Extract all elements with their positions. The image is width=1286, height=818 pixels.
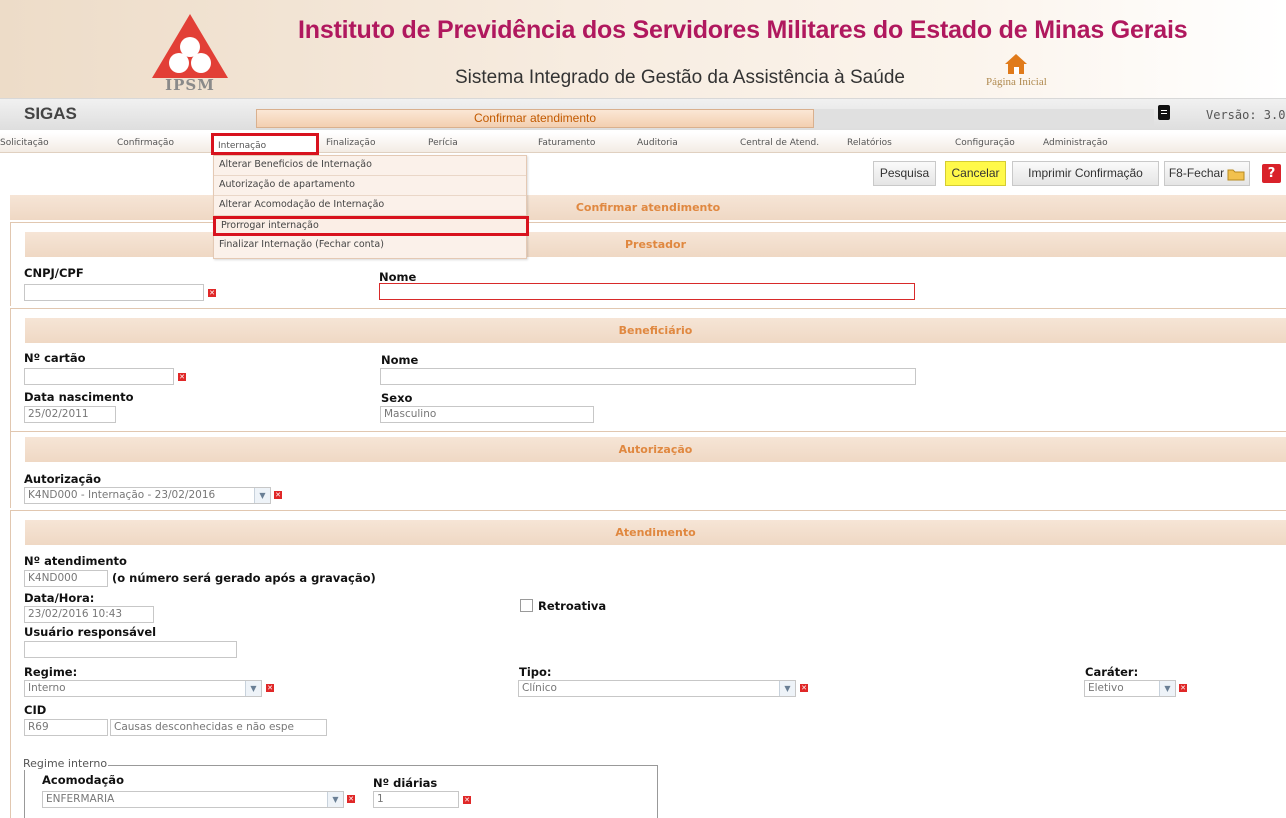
beneficiario-header: Beneficiário	[25, 318, 1286, 343]
menu-configuracao[interactable]: Configuração	[955, 136, 1015, 153]
dropdown-item-finalizar-internacao[interactable]: Finalizar Internação (Fechar conta)	[214, 236, 526, 256]
required-icon: ✕	[178, 373, 186, 381]
chevron-down-icon[interactable]: ▼	[1159, 681, 1175, 696]
chevron-down-icon[interactable]: ▼	[779, 681, 795, 696]
dropdown-item-autorizacao-apartamento[interactable]: Autorização de apartamento	[214, 176, 526, 196]
carater-label: Caráter:	[1085, 665, 1139, 679]
required-icon: ✕	[1179, 684, 1187, 692]
institute-title: Instituto de Previdência dos Servidores …	[298, 16, 1188, 44]
tab-bar-filler	[814, 109, 1154, 128]
home-link[interactable]: Página Inicial	[986, 52, 1047, 94]
cancelar-button[interactable]: Cancelar	[945, 161, 1006, 186]
cartao-input[interactable]	[24, 368, 174, 385]
menu-bar: Solicitação Confirmação Internação Final…	[0, 133, 1286, 155]
autorizacao-value: K4ND000 - Internação - 23/02/2016	[28, 489, 216, 501]
internacao-dropdown-menu: Alterar Beneficios de Internação Autoriz…	[213, 155, 529, 259]
chevron-down-icon[interactable]: ▼	[245, 681, 261, 696]
menu-internacao[interactable]: Internação	[211, 133, 319, 155]
cnpj-label: CNPJ/CPF	[24, 266, 84, 280]
regime-label: Regime:	[24, 665, 78, 679]
chevron-down-icon[interactable]: ▼	[254, 488, 270, 503]
acomodacao-label: Acomodação	[42, 773, 124, 787]
required-icon: ✕	[274, 491, 282, 499]
menu-administracao[interactable]: Administração	[1043, 136, 1108, 153]
nascimento-label: Data nascimento	[24, 390, 134, 404]
ipsm-logo: IPSM	[150, 12, 230, 98]
menu-solicitacao[interactable]: Solicitação	[0, 136, 49, 153]
prestador-nome-input[interactable]	[379, 283, 915, 300]
autorizacao-label: Autorização	[24, 472, 102, 486]
dropdown-item-prorrogar-internacao[interactable]: Prorrogar internação	[213, 216, 529, 236]
menu-central-atend[interactable]: Central de Atend.	[740, 136, 819, 153]
folder-icon	[1227, 169, 1245, 180]
regime-interno-legend: Regime interno	[22, 757, 109, 770]
page-tab[interactable]: Confirmar atendimento	[256, 109, 814, 128]
system-title: Sistema Integrado de Gestão da Assistênc…	[455, 67, 905, 88]
cid-code-input[interactable]: R69	[24, 719, 108, 736]
datahora-input[interactable]: 23/02/2016 10:43	[24, 606, 154, 623]
required-icon: ✕	[347, 795, 355, 803]
version-label: Versão: 3.0.1	[1206, 108, 1286, 122]
menu-finalizacao[interactable]: Finalização	[326, 136, 375, 153]
tipo-select[interactable]: Clínico ▼	[518, 680, 796, 697]
usuario-input[interactable]	[24, 641, 237, 658]
home-label: Página Inicial	[986, 76, 1047, 88]
retroativa-label: Retroativa	[538, 599, 607, 613]
fechar-button[interactable]: F8-Fechar	[1164, 161, 1250, 186]
cid-description: Causas desconhecidas e não espe	[110, 719, 327, 736]
chevron-down-icon[interactable]: ▼	[327, 792, 343, 807]
pesquisa-button[interactable]: Pesquisa	[873, 161, 936, 186]
sexo-input[interactable]: Masculino	[380, 406, 594, 423]
tipo-value: Clínico	[522, 682, 557, 694]
fechar-label: F8-Fechar	[1168, 166, 1225, 180]
menu-auditoria[interactable]: Auditoria	[637, 136, 678, 153]
ipsm-logo-icon	[152, 14, 228, 78]
required-icon: ✕	[266, 684, 274, 692]
banner: IPSM Instituto de Previdência dos Servid…	[0, 0, 1286, 98]
document-icon[interactable]	[1158, 105, 1170, 120]
help-button[interactable]: ?	[1262, 164, 1281, 183]
retroativa-checkbox[interactable]	[520, 599, 533, 612]
atendimento-header: Atendimento	[25, 520, 1286, 545]
regime-value: Interno	[28, 682, 66, 694]
regime-select[interactable]: Interno ▼	[24, 680, 262, 697]
dropdown-item-alterar-acomodacao[interactable]: Alterar Acomodação de Internação	[214, 196, 526, 216]
home-icon	[1005, 54, 1027, 74]
beneficiario-nome-input[interactable]	[380, 368, 916, 385]
logo-text: IPSM	[165, 76, 215, 94]
carater-select[interactable]: Eletivo ▼	[1084, 680, 1176, 697]
acomodacao-value: ENFERMARIA	[46, 793, 115, 805]
sexo-label: Sexo	[381, 391, 413, 405]
required-icon: ✕	[800, 684, 808, 692]
cnpj-input[interactable]	[24, 284, 204, 301]
nascimento-input[interactable]: 25/02/2011	[24, 406, 116, 423]
numero-atendimento-input[interactable]: K4ND000	[24, 570, 108, 587]
datahora-label: Data/Hora:	[24, 591, 95, 605]
autorizacao-select[interactable]: K4ND000 - Internação - 23/02/2016 ▼	[24, 487, 271, 504]
cartao-label: Nº cartão	[24, 351, 86, 365]
diarias-input[interactable]: 1	[373, 791, 459, 808]
beneficiario-nome-label: Nome	[381, 353, 419, 367]
imprimir-confirmacao-button[interactable]: Imprimir Confirmação	[1012, 161, 1159, 186]
numero-atendimento-label: Nº atendimento	[24, 554, 127, 568]
tipo-label: Tipo:	[519, 665, 552, 679]
acomodacao-select[interactable]: ENFERMARIA ▼	[42, 791, 344, 808]
menu-relatorios[interactable]: Relatórios	[847, 136, 892, 153]
required-icon: ✕	[463, 796, 471, 804]
menu-confirmacao[interactable]: Confirmação	[117, 136, 174, 153]
required-icon: ✕	[208, 289, 216, 297]
menu-pericia[interactable]: Perícia	[428, 136, 458, 153]
app-name: SIGAS	[24, 104, 77, 123]
prestador-nome-label: Nome	[379, 270, 417, 284]
menu-faturamento[interactable]: Faturamento	[538, 136, 595, 153]
dropdown-item-alterar-beneficios[interactable]: Alterar Beneficios de Internação	[214, 156, 526, 176]
numero-atendimento-note: (o número será gerado após a gravação)	[112, 571, 376, 585]
carater-value: Eletivo	[1088, 682, 1124, 694]
autorizacao-header: Autorização	[25, 437, 1286, 462]
cid-label: CID	[24, 703, 47, 717]
form-title: Confirmar atendimento	[10, 195, 1286, 220]
diarias-label: Nº diárias	[373, 776, 438, 790]
title-bar: SIGAS Confirmar atendimento Versão: 3.0.…	[0, 98, 1286, 130]
usuario-label: Usuário responsável	[24, 625, 157, 639]
